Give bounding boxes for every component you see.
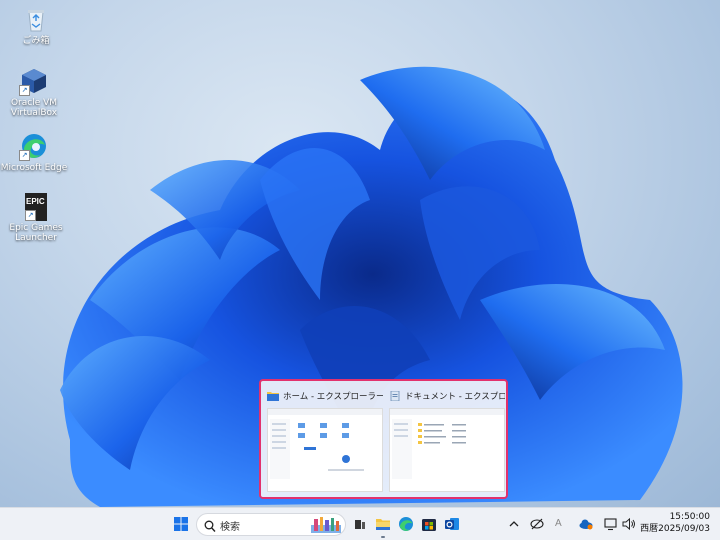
epic-games-label: Epic Games Launcher bbox=[9, 223, 63, 243]
clock[interactable]: 15:50:00 西暦2025/09/03 bbox=[640, 511, 710, 535]
document-icon bbox=[389, 390, 401, 402]
search-placeholder: 検索 bbox=[220, 522, 240, 533]
desktop: ごみ箱 ↗ Oracle VM VirtualBox ↗ Microsoft E… bbox=[0, 0, 720, 507]
search-highlight-icon bbox=[311, 516, 341, 537]
shortcut-arrow-icon: ↗ bbox=[25, 210, 36, 221]
edge-label: Microsoft Edge bbox=[0, 163, 68, 173]
window-switcher: ホーム - エクスプローラー ドキュメント - エクスプロー bbox=[259, 379, 508, 499]
virtualbox-label: Oracle VM VirtualBox bbox=[10, 98, 58, 118]
search-icon bbox=[204, 518, 216, 537]
clock-date: 西暦2025/09/03 bbox=[640, 524, 710, 534]
desktop-icon-virtualbox[interactable]: ↗ Oracle VM VirtualBox bbox=[0, 66, 68, 118]
switcher-window-title: ドキュメント - エクスプローラー bbox=[405, 392, 505, 402]
start-icon[interactable] bbox=[173, 516, 189, 532]
switcher-window-documents[interactable]: ドキュメント - エクスプローラー bbox=[389, 387, 505, 492]
taskbar: 検索 A 15:50:00 西暦2025/09/03 bbox=[0, 507, 720, 540]
volume-icon[interactable] bbox=[621, 516, 637, 532]
recycle-bin-icon bbox=[21, 4, 51, 34]
search-box[interactable]: 検索 bbox=[196, 513, 346, 536]
shortcut-arrow-icon: ↗ bbox=[19, 85, 30, 96]
window-thumbnail bbox=[389, 408, 505, 492]
desktop-icon-epic-games[interactable]: EPIC ↗ Epic Games Launcher bbox=[2, 193, 70, 243]
folder-icon bbox=[267, 391, 279, 401]
chevron-up-icon[interactable] bbox=[508, 516, 520, 532]
epic-games-icon: EPIC ↗ bbox=[25, 193, 47, 221]
ime-indicator[interactable]: A bbox=[555, 516, 565, 532]
display-icon[interactable] bbox=[603, 516, 619, 532]
edge-icon[interactable] bbox=[398, 516, 414, 532]
onedrive-icon[interactable] bbox=[578, 516, 594, 532]
switcher-window-title: ホーム - エクスプローラー bbox=[283, 392, 383, 402]
file-explorer-icon[interactable] bbox=[375, 516, 391, 532]
shortcut-arrow-icon: ↗ bbox=[19, 150, 30, 161]
clock-time: 15:50:00 bbox=[669, 512, 710, 522]
desktop-icon-recycle-bin[interactable]: ごみ箱 bbox=[2, 4, 70, 46]
virtualbox-icon: ↗ bbox=[19, 66, 49, 96]
active-indicator bbox=[381, 536, 385, 538]
desktop-icon-edge[interactable]: ↗ Microsoft Edge bbox=[0, 131, 68, 173]
edge-icon: ↗ bbox=[19, 131, 49, 161]
task-view-icon[interactable] bbox=[352, 516, 368, 532]
epic-logo-text: EPIC bbox=[26, 197, 45, 206]
recycle-bin-label: ごみ箱 bbox=[22, 36, 50, 46]
network-icon[interactable] bbox=[529, 516, 545, 532]
window-thumbnail bbox=[267, 408, 383, 492]
outlook-icon[interactable] bbox=[444, 516, 460, 532]
switcher-window-home[interactable]: ホーム - エクスプローラー bbox=[267, 387, 383, 492]
store-icon[interactable] bbox=[421, 516, 437, 532]
